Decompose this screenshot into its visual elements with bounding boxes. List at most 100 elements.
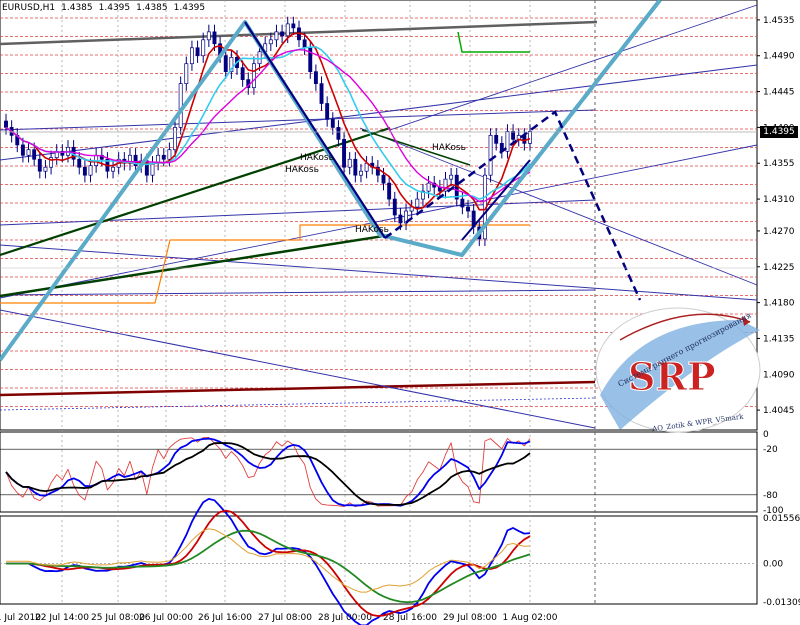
channel-line xyxy=(0,397,596,411)
candle-body xyxy=(302,39,307,49)
ao-tick-label: 0.01556 xyxy=(763,514,800,524)
quote-open: 1.4385 xyxy=(61,3,93,13)
candle-body xyxy=(167,149,172,160)
candle-body xyxy=(43,166,48,172)
candle-body xyxy=(387,182,392,200)
support-line xyxy=(0,380,596,397)
y-tick-label: 1.4180 xyxy=(763,299,795,309)
wave-annotation: HAKosь xyxy=(432,143,466,153)
x-tick-label: 26 Jul 16:00 xyxy=(198,613,252,623)
candle-body xyxy=(32,149,37,160)
candle-body xyxy=(223,55,228,73)
channel-line xyxy=(0,289,596,296)
candle-body xyxy=(381,174,386,184)
candle-body xyxy=(325,103,330,120)
candle-body xyxy=(347,158,352,168)
ao-fast-line xyxy=(6,497,531,625)
channel-line xyxy=(0,109,596,131)
ao-tick-label: -0.01309 xyxy=(763,598,800,608)
candle-body xyxy=(195,47,200,57)
candle-body xyxy=(77,158,82,168)
candle-body xyxy=(392,198,397,216)
candle-body xyxy=(212,31,217,45)
candle-body xyxy=(251,63,256,88)
zigzag-line xyxy=(0,0,662,362)
y-tick-label: 1.4310 xyxy=(763,195,795,205)
x-tick-label: 26 Jul 00:00 xyxy=(139,613,193,623)
candle-body xyxy=(415,198,420,208)
green-marker-line xyxy=(457,31,530,53)
chart-window: 1.45351.44901.44451.44001.43551.43101.42… xyxy=(0,0,800,625)
candle-body xyxy=(285,23,290,37)
y-tick-label: 1.4355 xyxy=(763,159,795,169)
y-tick-label: 1.4445 xyxy=(763,88,795,98)
ao-tick-label: 0.00 xyxy=(763,560,783,570)
trend-line-green xyxy=(0,233,391,298)
ao-slow-line xyxy=(6,529,531,604)
candle-body xyxy=(353,158,358,176)
candle-body xyxy=(268,39,273,45)
wpr-tick-label: -80 xyxy=(763,491,778,501)
candle-body xyxy=(528,131,532,144)
candle-body xyxy=(178,83,183,128)
wave-annotation: HAKosь xyxy=(300,153,334,163)
wpr-signal-line xyxy=(5,437,531,507)
wave-annotation: HAKosь xyxy=(285,165,319,175)
candle-body xyxy=(280,31,285,37)
candle-body xyxy=(82,166,87,176)
candle-body xyxy=(291,23,296,29)
x-tick-label: 28 Jul 00:00 xyxy=(318,613,372,623)
y-tick-label: 1.4090 xyxy=(763,370,795,380)
candle-body xyxy=(189,47,194,65)
wpr-tick-label: 0 xyxy=(763,430,769,440)
candle-body xyxy=(342,139,347,168)
candle-body xyxy=(466,206,470,212)
channel-line xyxy=(0,309,596,429)
candle-body xyxy=(336,127,341,140)
wave-annotation: HAKosь xyxy=(355,225,389,235)
trend-line-green xyxy=(0,126,391,257)
quote-close: 1.4395 xyxy=(173,3,206,13)
y-tick-label: 1.4270 xyxy=(763,227,795,237)
candle-body xyxy=(88,165,93,176)
candle-body xyxy=(4,120,8,128)
x-tick-label: 25 Jul 08:00 xyxy=(91,613,145,623)
symbol-label: EURUSD,H1 xyxy=(2,3,56,13)
candle-body xyxy=(240,67,245,80)
candle-body xyxy=(26,149,31,156)
candle-body xyxy=(494,135,499,144)
candle-body xyxy=(511,131,516,140)
candle-body xyxy=(488,135,493,176)
x-tick-label: 28 Jul 16:00 xyxy=(383,613,437,623)
candle-body xyxy=(319,83,324,104)
x-tick-label: 27 Jul 08:00 xyxy=(258,613,312,623)
candle-body xyxy=(161,154,166,160)
y-tick-label: 1.4225 xyxy=(763,263,795,273)
candle-body xyxy=(398,214,403,224)
chart-header: EURUSD,H1 1.4385 1.4395 1.4385 1.4395 xyxy=(2,3,211,13)
candle-body xyxy=(20,144,25,156)
candle-body xyxy=(313,71,318,84)
current-price-label: 1.4395 xyxy=(760,126,798,138)
wpr-fast-line xyxy=(5,437,531,508)
candle-body xyxy=(449,174,454,180)
candle-body xyxy=(184,63,189,84)
y-tick-label: 1.4535 xyxy=(763,16,795,26)
candle-body xyxy=(37,158,42,172)
srp-watermark: SRPСистема раннего прогнозированияAO_Zot… xyxy=(595,307,761,433)
candle-body xyxy=(460,198,465,208)
y-tick-label: 1.4045 xyxy=(763,406,795,416)
candle-body xyxy=(201,39,206,57)
x-tick-label: 22 Jul 14:00 xyxy=(35,613,89,623)
wpr-tick-label: -20 xyxy=(763,445,778,455)
x-tick-label: 1 Aug 02:00 xyxy=(503,613,558,623)
quote-low: 1.4385 xyxy=(136,3,168,13)
x-tick-label: 29 Jul 08:00 xyxy=(443,613,497,623)
candle-body xyxy=(206,31,211,41)
candle-body xyxy=(426,182,431,192)
y-tick-label: 1.4135 xyxy=(763,334,795,344)
y-tick-label: 1.4490 xyxy=(763,52,795,62)
ao-panel-border xyxy=(0,515,758,605)
chart-canvas[interactable]: 1.45351.44901.44451.44001.43551.43101.42… xyxy=(0,0,800,625)
channel-line xyxy=(359,127,758,286)
